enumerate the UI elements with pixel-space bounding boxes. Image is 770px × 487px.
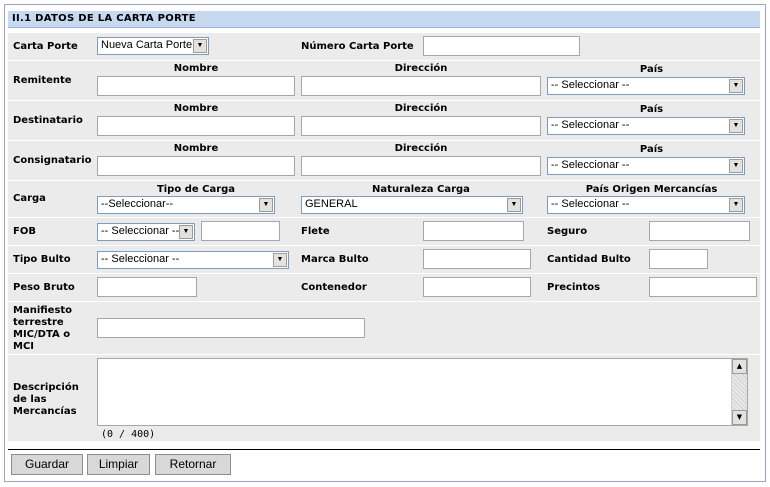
destinatario-pais-select[interactable]: -- Seleccionar -- ▼ [547,117,745,135]
carta-porte-label: Carta Porte [13,41,78,52]
flete-input[interactable] [423,221,524,241]
descripcion-textarea[interactable]: ▲ ▼ [97,358,748,426]
chevron-down-icon: ▼ [729,198,743,212]
fob-label: FOB [13,226,36,237]
chevron-down-icon: ▼ [729,159,743,173]
manifiesto-label-line: MIC/DTA o [13,329,71,340]
precintos-label: Precintos [547,282,601,293]
chevron-down-icon: ▼ [729,79,743,93]
naturaleza-carga-caption: Naturaleza Carga [372,184,470,195]
manifiesto-input[interactable] [97,318,365,338]
marca-bulto-input[interactable] [423,249,531,269]
consignatario-label: Consignatario [13,155,92,166]
carta-porte-selected: Nueva Carta Porte [101,39,193,51]
descripcion-scrollbar[interactable]: ▲ ▼ [731,359,747,425]
char-counter: (0 / 400) [101,429,156,440]
precintos-input[interactable] [649,277,757,297]
manifiesto-label: Manifiesto terrestre MIC/DTA o MCI [13,305,72,353]
consignatario-direccion-input[interactable] [301,156,541,176]
destinatario-pais-selected: -- Seleccionar -- [551,119,630,131]
numero-carta-porte-label: Número Carta Porte [301,41,414,52]
destinatario-nombre-input[interactable] [97,116,295,136]
destinatario-pais-caption: País [639,104,664,115]
contenedor-label: Contenedor [301,282,367,293]
descripcion-label: Descripción de las Mercancías [13,382,79,418]
naturaleza-carga-selected: GENERAL [305,198,358,210]
descripcion-label-line: Descripción [13,382,79,393]
numero-carta-porte-input[interactable] [423,36,580,56]
consignatario-direccion-caption: Dirección [394,143,448,154]
destinatario-direccion-input[interactable] [301,116,541,136]
fob-select[interactable]: -- Seleccionar -- ▼ [97,223,195,241]
carta-porte-select[interactable]: Nueva Carta Porte ▼ [97,37,209,55]
tipo-carga-caption: Tipo de Carga [156,184,236,195]
peso-bruto-input[interactable] [97,277,197,297]
naturaleza-carga-select[interactable]: GENERAL ▼ [301,196,523,214]
chevron-down-icon: ▼ [179,225,193,239]
pais-origen-selected: -- Seleccionar -- [551,198,630,210]
tipo-bulto-select[interactable]: -- Seleccionar -- ▼ [97,251,289,269]
consignatario-nombre-input[interactable] [97,156,295,176]
pais-origen-caption: País Origen Mercancías [585,184,718,195]
section-header: II.1 DATOS DE LA CARTA PORTE [8,11,760,28]
fob-input[interactable] [201,221,280,241]
contenedor-input[interactable] [423,277,531,297]
peso-bruto-label: Peso Bruto [13,282,75,293]
pais-origen-select[interactable]: -- Seleccionar -- ▼ [547,196,745,214]
chevron-down-icon: ▼ [273,253,287,267]
seguro-input[interactable] [649,221,750,241]
destinatario-direccion-caption: Dirección [394,103,448,114]
scroll-track[interactable] [732,374,747,410]
remitente-label: Remitente [13,75,72,86]
retornar-button[interactable]: Retornar [155,454,231,475]
scroll-up-icon[interactable]: ▲ [732,359,747,374]
flete-label: Flete [301,226,330,237]
consignatario-pais-selected: -- Seleccionar -- [551,159,630,171]
chevron-down-icon: ▼ [507,198,521,212]
tipo-bulto-selected: -- Seleccionar -- [101,253,180,265]
descripcion-label-line: Mercancías [13,406,77,417]
separator-line [8,449,760,450]
destinatario-label: Destinatario [13,115,83,126]
remitente-pais-select[interactable]: -- Seleccionar -- ▼ [547,77,745,95]
chevron-down-icon: ▼ [729,119,743,133]
tipo-carga-select[interactable]: --Seleccionar-- ▼ [97,196,275,214]
tipo-carga-selected: --Seleccionar-- [101,198,174,210]
descripcion-label-line: de las [13,394,47,405]
section-title: II.1 DATOS DE LA CARTA PORTE [12,13,196,24]
consignatario-nombre-caption: Nombre [173,143,219,154]
guardar-button[interactable]: Guardar [11,454,83,475]
carga-label: Carga [13,193,46,204]
cantidad-bulto-input[interactable] [649,249,708,269]
consignatario-pais-select[interactable]: -- Seleccionar -- ▼ [547,157,745,175]
scroll-down-icon[interactable]: ▼ [732,410,747,425]
marca-bulto-label: Marca Bulto [301,254,369,265]
remitente-nombre-caption: Nombre [173,63,219,74]
manifiesto-label-line: Manifiesto [13,305,73,316]
remitente-nombre-input[interactable] [97,76,295,96]
manifiesto-label-line: MCI [13,341,35,352]
remitente-direccion-caption: Dirección [394,63,448,74]
manifiesto-label-line: terrestre [13,317,64,328]
consignatario-pais-caption: País [639,144,664,155]
seguro-label: Seguro [547,226,588,237]
destinatario-nombre-caption: Nombre [173,103,219,114]
fob-selected: -- Seleccionar -- [101,225,180,237]
limpiar-button[interactable]: Limpiar [87,454,150,475]
remitente-direccion-input[interactable] [301,76,541,96]
tipo-bulto-label: Tipo Bulto [13,254,71,265]
cantidad-bulto-label: Cantidad Bulto [547,254,631,265]
chevron-down-icon: ▼ [193,39,207,53]
chevron-down-icon: ▼ [259,198,273,212]
remitente-pais-selected: -- Seleccionar -- [551,79,630,91]
remitente-pais-caption: País [639,64,664,75]
